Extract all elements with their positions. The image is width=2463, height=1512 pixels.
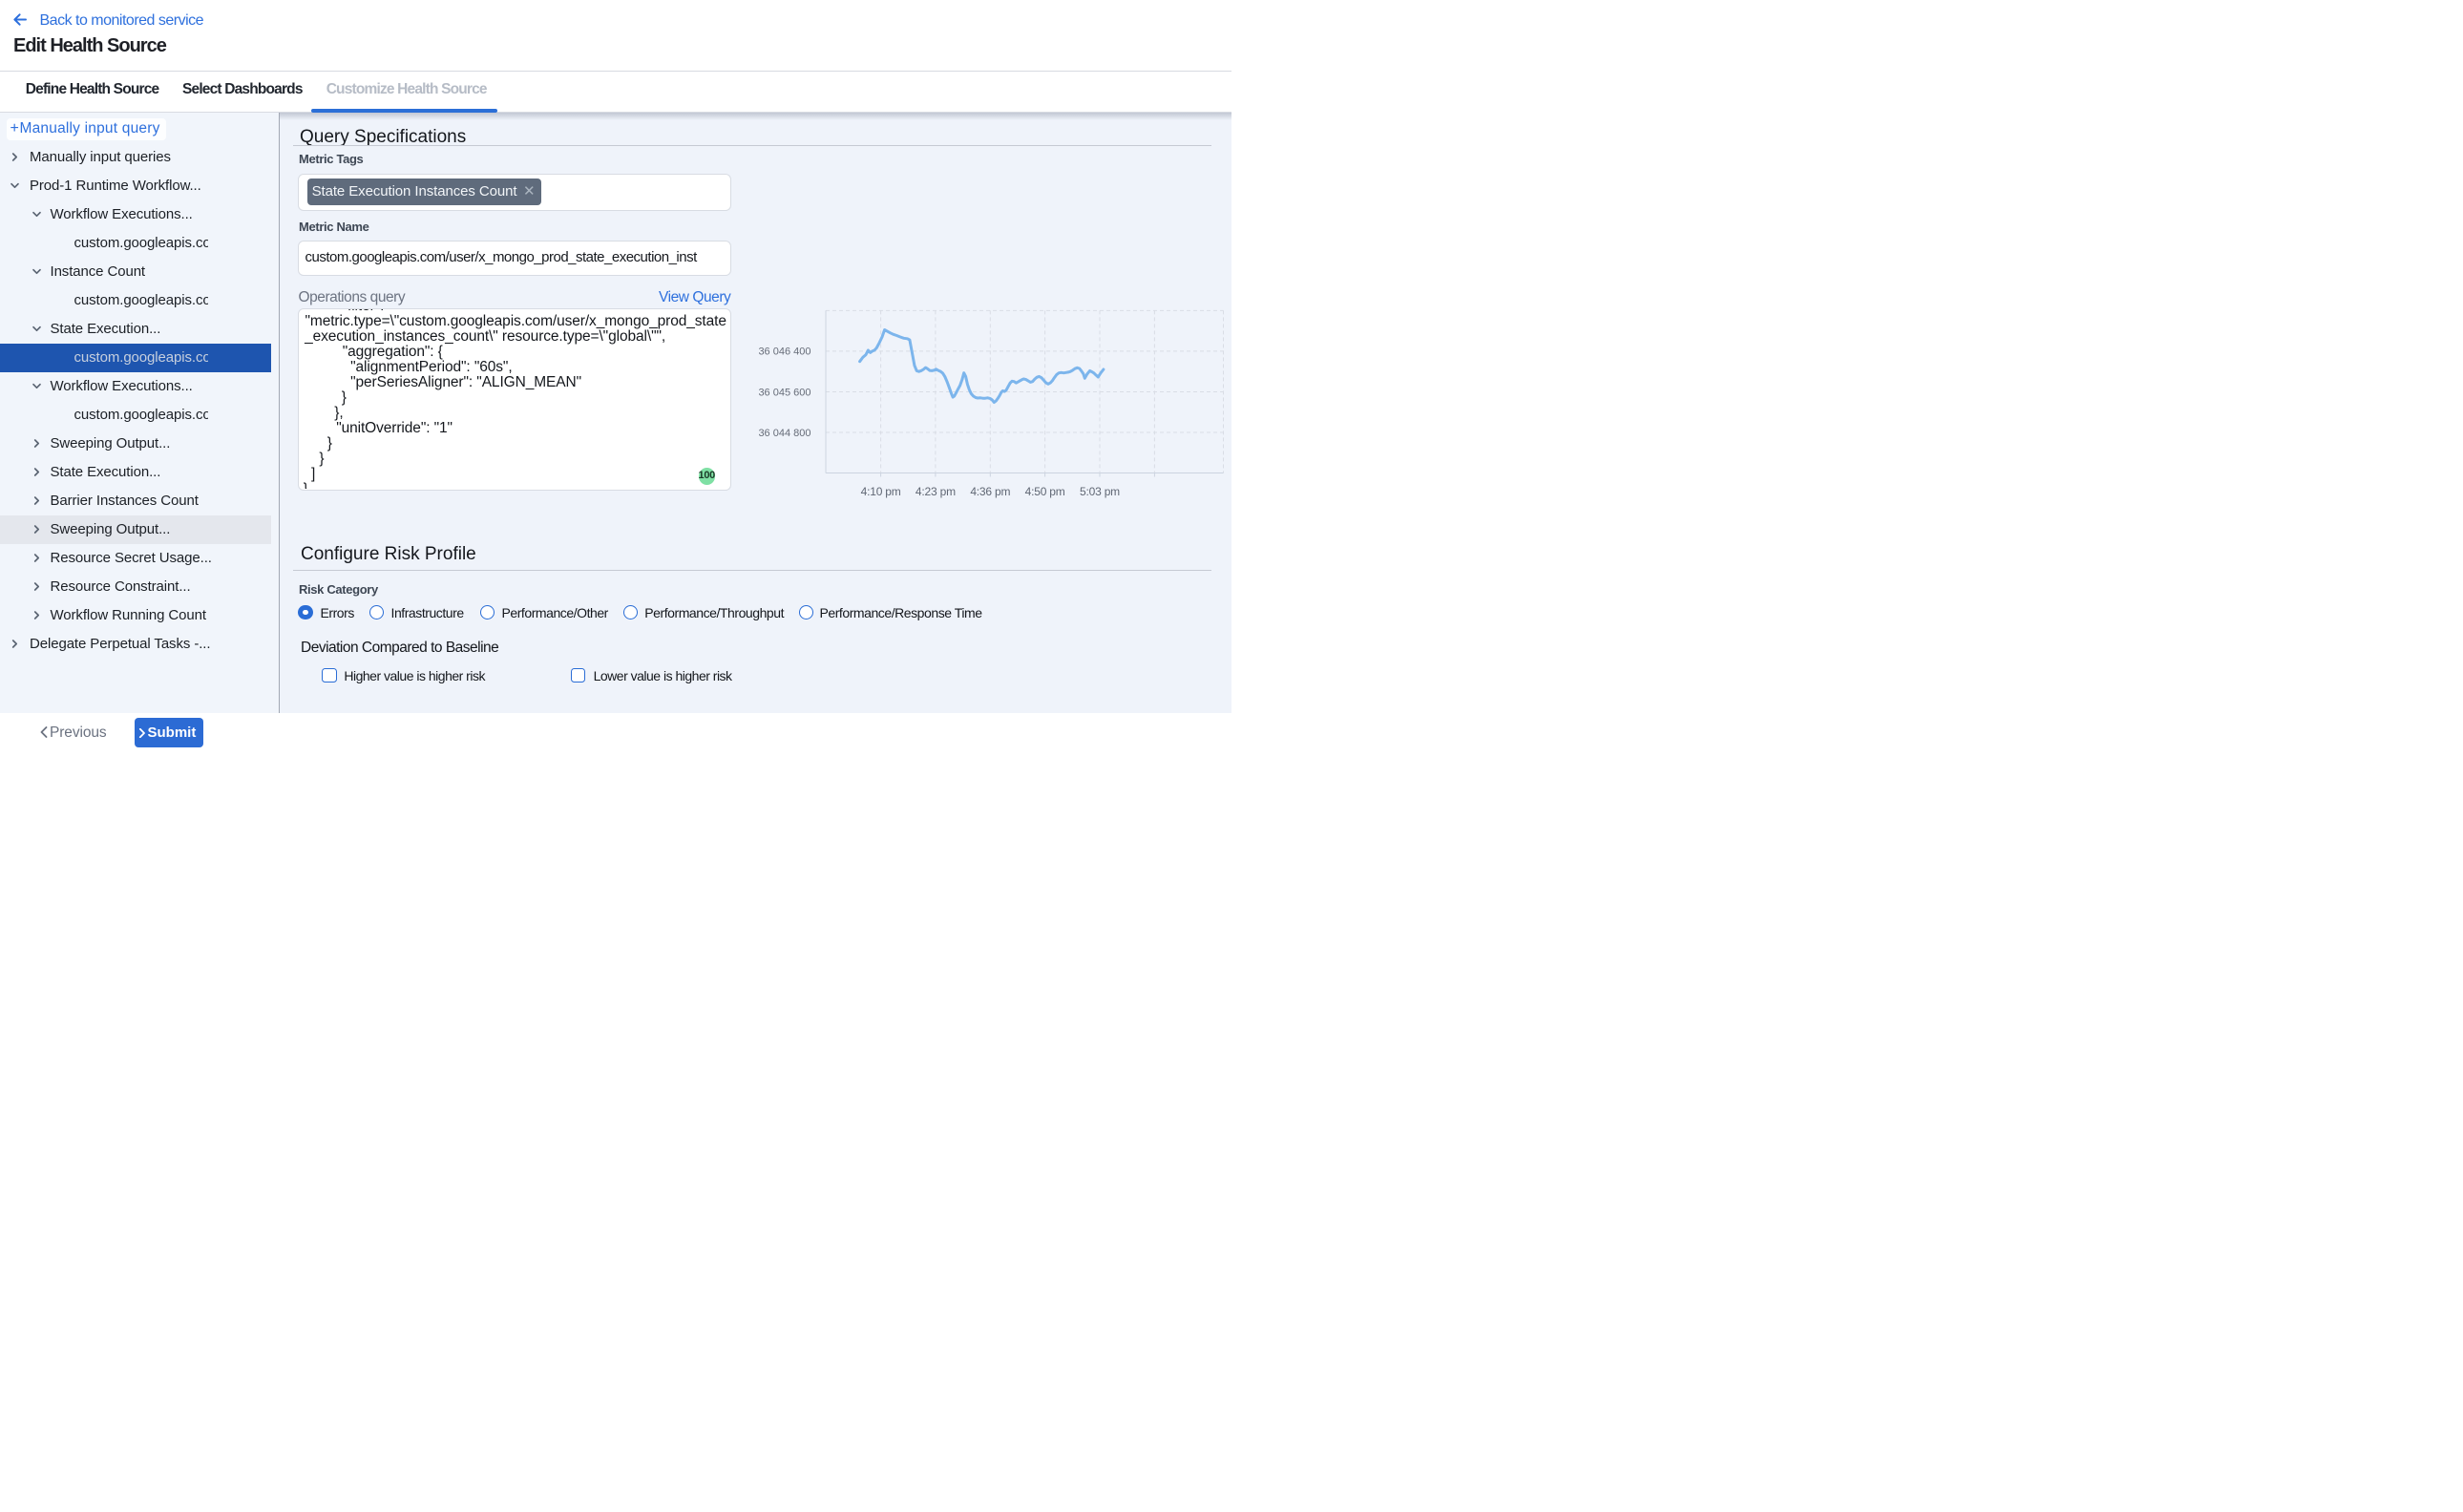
svg-text:4:50 pm: 4:50 pm: [1025, 485, 1065, 498]
svg-text:5:03 pm: 5:03 pm: [1080, 485, 1120, 498]
svg-text:36 046 400: 36 046 400: [758, 346, 810, 358]
svg-text:36 044 800: 36 044 800: [758, 428, 810, 439]
svg-text:36 045 600: 36 045 600: [758, 387, 810, 398]
svg-text:4:36 pm: 4:36 pm: [970, 485, 1010, 498]
svg-text:4:23 pm: 4:23 pm: [916, 485, 956, 498]
svg-text:4:10 pm: 4:10 pm: [861, 485, 901, 498]
